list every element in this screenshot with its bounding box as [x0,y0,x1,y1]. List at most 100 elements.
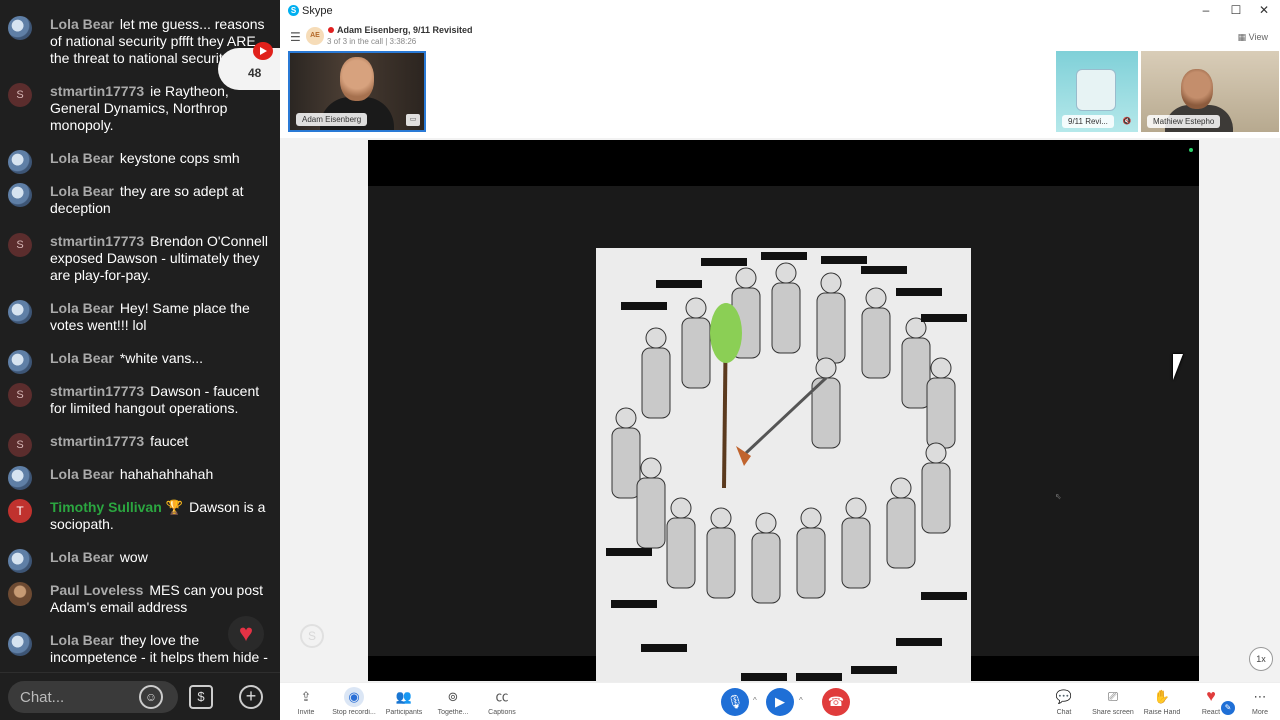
chat-text: faucet [150,433,189,449]
chat-message[interactable]: Lola Bear *white vans... [0,346,280,374]
more-icon: ⋯ [1253,689,1267,704]
chat-avatar: S [8,383,32,407]
chat-avatar [8,350,32,374]
skype-watermark-icon: S [300,624,324,648]
skype-logo-icon: S [288,5,299,16]
chat-author[interactable]: stmartin17773 [50,433,144,449]
close-button[interactable]: ✕ [1254,3,1274,17]
live-indicator-icon [1189,148,1193,152]
shared-screen-content [368,186,1199,688]
chat-message[interactable]: Lola Bear keystone cops smh [0,146,280,174]
chat-text: keystone cops smh [119,150,240,166]
muted-mic-icon: 🔇 [1122,118,1132,125]
call-stage: S 1x [280,138,1280,688]
call-controls: ⇪ Invite ◉ Stop recordi... 👥 Participants ⊚… [280,682,1280,720]
chat-author[interactable]: stmartin17773 [50,383,144,399]
chat-text: wow [119,549,148,565]
chat-message[interactable]: T Timothy Sullivan 🏆 Dawson is a sociopath… [0,495,280,537]
minimize-button[interactable]: – [1196,3,1216,17]
small-cursor-icon: ⇖ [1055,492,1062,501]
chat-message[interactable]: Lola Bear Hey! Same place the votes went!… [0,296,280,338]
screen-share-icon: ▭ [406,114,420,126]
call-avatar: AE [306,27,324,45]
chat-avatar: S [8,233,32,257]
mouse-cursor-icon [1173,354,1193,380]
chat-author[interactable]: Lola Bear [50,183,114,199]
record-icon: ◉ [344,687,364,707]
participant-tile-adam[interactable]: Adam Eisenberg ▭ [288,51,426,132]
playback-speed-button[interactable]: 1x [1249,647,1273,671]
chat-message[interactable]: Sstmartin17773 faucet [0,429,280,457]
plus-icon[interactable]: + [239,685,263,709]
chat-author[interactable]: Timothy Sullivan 🏆 [50,499,183,515]
app-title: Skype [302,5,333,17]
chat-avatar: S [8,83,32,107]
chat-author[interactable]: Lola Bear [50,300,114,316]
chat-author[interactable]: stmartin17773 [50,233,144,249]
super-chat-icon[interactable]: $ [189,685,213,709]
together-icon: ⊚ [447,689,459,704]
view-label: View [1248,32,1268,42]
chat-avatar [8,582,32,606]
chat-input-bar: ☺ $ + [0,672,280,720]
heart-icon: ♥ [1206,688,1216,705]
skype-window: S Skype – ☐ ✕ ☰ AE Adam Eisenberg, 9/11 … [280,0,1280,720]
chat-bubble-icon: 💬 [1055,689,1073,704]
chat-author[interactable]: stmartin17773 [50,83,144,99]
participant-tile-911-revisited[interactable]: 9/11 Revi... 🔇 [1056,51,1138,132]
chat-message-list[interactable]: Lola Bear let me guess... reasons of nati… [0,12,280,664]
participant-tile-mathiew[interactable]: Mathiew Estepho [1141,51,1279,132]
chat-author[interactable]: Paul Loveless [50,582,143,598]
share-screen-icon: ⎚ [1107,689,1119,704]
heart-icon[interactable]: ♥ [228,616,264,652]
menu-icon[interactable]: ☰ [290,30,301,44]
call-subtitle: 3 of 3 in the call | 3:38:26 [327,37,417,46]
participant-name: Mathiew Estepho [1147,115,1221,128]
people-icon: 👥 [395,689,413,704]
shared-screen[interactable] [368,140,1199,688]
hang-up-button[interactable]: ☎ [822,688,850,716]
chat-avatar [8,300,32,324]
share-icon: ⇪ [300,689,312,704]
chat-avatar: S [8,433,32,457]
chat-text: *white vans... [119,350,204,366]
live-chat-panel: Lola Bear let me guess... reasons of nati… [0,0,308,720]
youtube-icon [253,42,273,60]
chat-message[interactable]: Lola Bear hahahahhahah [0,462,280,490]
chat-message[interactable]: Lola Bear they are so adept at deception [0,179,280,221]
captions-icon: ㏄ [495,689,509,704]
chat-author[interactable]: Lola Bear [50,150,114,166]
mic-options-icon[interactable]: ^ [753,696,757,705]
microphone-button[interactable]: 🎙 [721,688,749,716]
maximize-button[interactable]: ☐ [1226,3,1246,17]
camera-options-icon[interactable]: ^ [799,696,803,705]
chat-avatar [8,150,32,174]
chat-author[interactable]: Lola Bear [50,549,114,565]
view-button[interactable]: ▦ View [1238,32,1268,43]
chat-avatar: T [8,499,32,523]
call-header: ☰ AE Adam Eisenberg, 9/11 Revisited 3 of… [280,22,1280,50]
cartoon-image [596,248,971,688]
chat-message[interactable]: Sstmartin17773 Brendon O'Connell exposed … [0,229,280,288]
recording-indicator-icon [328,27,334,33]
call-title[interactable]: Adam Eisenberg, 9/11 Revisited [337,25,473,35]
chat-author[interactable]: Lola Bear [50,632,114,648]
chat-author[interactable]: Lola Bear [50,350,114,366]
chat-avatar [8,466,32,490]
participant-name: 9/11 Revi... [1062,115,1114,128]
chat-message[interactable]: Lola Bear wow [0,545,280,573]
chat-text: hahahahhahah [119,466,214,482]
chat-author[interactable]: Lola Bear [50,466,114,482]
chat-avatar [8,549,32,573]
participant-name: Adam Eisenberg [296,113,368,126]
participant-avatar [1076,69,1116,111]
participant-face [1181,69,1213,109]
chat-avatar [8,632,32,656]
more-button[interactable]: ⋯ More [1230,687,1280,717]
camera-button[interactable]: ▶ [766,688,794,716]
emoji-icon[interactable]: ☺ [139,685,163,709]
chat-author[interactable]: Lola Bear [50,16,114,32]
captions-button[interactable]: ㏄ Captions [472,687,532,717]
chat-message[interactable]: Sstmartin17773 Dawson - faucent for limit… [0,379,280,421]
chat-message[interactable]: Paul Loveless MES can you post Adam's ema… [0,578,280,620]
